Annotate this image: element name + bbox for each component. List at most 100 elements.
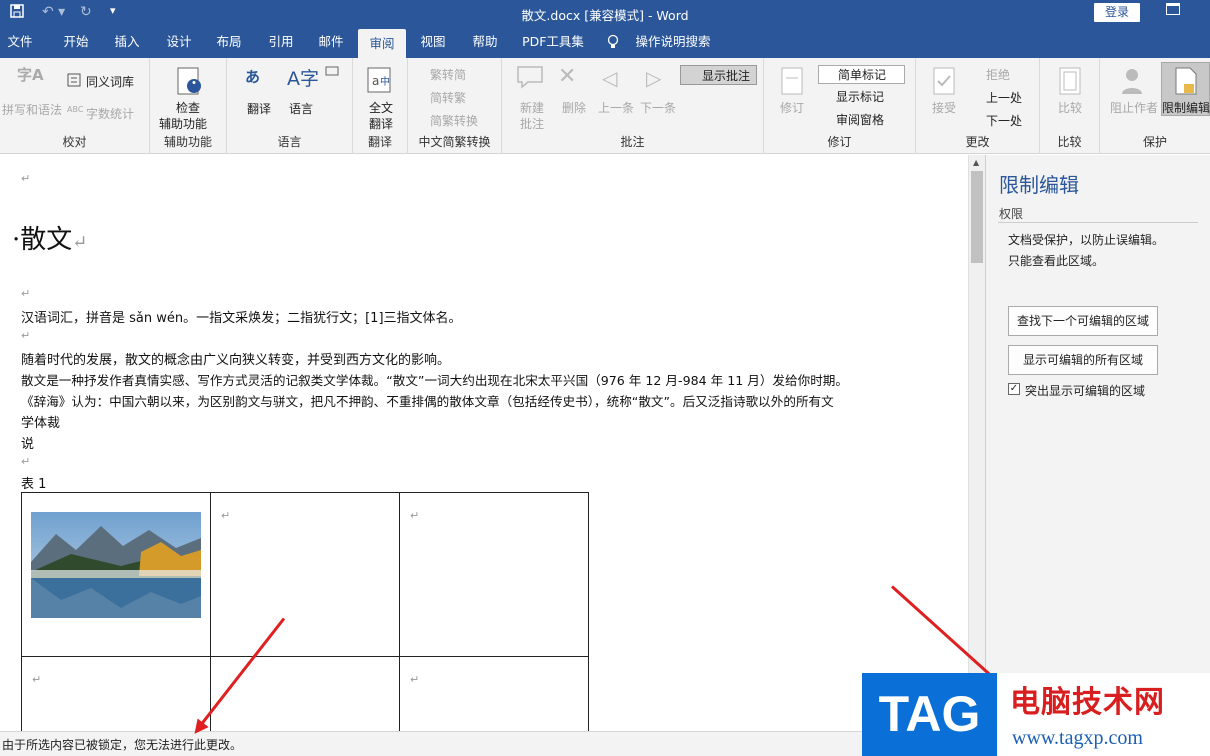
full-translate-label[interactable]: 全文 [369, 99, 393, 116]
keyboard-icon [325, 65, 339, 79]
accessibility-check-icon [176, 66, 204, 99]
check-label[interactable]: 检查 [176, 99, 200, 116]
paragraph-6[interactable]: 说 [21, 433, 34, 452]
delete-comment-button[interactable]: 删除 [562, 99, 586, 116]
wordcount-icon: ABC [67, 105, 84, 114]
title-bar: ↶ ▾ ↻ ▾ 散文.docx [兼容模式] - Word 登录 [0, 0, 1210, 26]
previous-comment-icon: ◁ [602, 66, 618, 90]
pane-message-1: 文档受保护，以防止误编辑。 [1008, 233, 1165, 247]
table-caption[interactable]: 表 1 [21, 473, 46, 492]
translate-icon: あ [245, 68, 261, 86]
scroll-up-icon[interactable]: ▲ [973, 158, 979, 167]
pane-section: 权限 [999, 207, 1024, 221]
accept-button[interactable]: 接受 [932, 99, 956, 116]
full-translate-icon: a中 [366, 66, 394, 97]
paragraph-1[interactable]: 汉语词汇，拼音是 sǎn wén。一指文采焕发；二指犹行文；[1]三指文体名。 [21, 307, 462, 326]
new-comment-button[interactable]: 批注 [520, 115, 544, 132]
cell-mark: ↵ [32, 673, 42, 686]
tab-insert[interactable]: 插入 [104, 26, 150, 58]
paragraph-2[interactable]: 随着时代的发展，散文的概念由广义向狭义转变，并受到西方文化的影响。 [21, 349, 450, 368]
tab-home[interactable]: 开始 [52, 26, 100, 58]
document-title[interactable]: ·散文↵ [12, 219, 87, 256]
spelling-icon: 字A [17, 66, 44, 84]
language-button[interactable]: 语言 [289, 100, 313, 117]
tab-help[interactable]: 帮助 [462, 26, 508, 58]
wordcount-button[interactable]: 字数统计 [86, 105, 134, 122]
reject-button[interactable]: 拒绝 [986, 66, 1010, 83]
svg-text:中: 中 [380, 75, 390, 88]
track-changes-button[interactable]: 修订 [780, 99, 804, 116]
paragraph-mark: ↵ [21, 287, 31, 300]
restrict-editing-icon [1174, 66, 1198, 99]
find-next-editable-button[interactable]: 查找下一个可编辑的区域 [1008, 306, 1158, 336]
translate-button[interactable]: 翻译 [247, 100, 271, 117]
landscape-image[interactable] [31, 512, 201, 618]
new-comment-icon [516, 64, 546, 93]
group-compare: 比较 比较 [1040, 58, 1100, 154]
table-cell[interactable]: ↵ [399, 492, 589, 657]
login-button[interactable]: 登录 [1094, 3, 1140, 22]
tab-review[interactable]: 审阅 [358, 29, 406, 58]
group-label: 中文简繁转换 [418, 135, 491, 149]
table-cell[interactable]: ↵ [210, 492, 400, 657]
table-cell[interactable] [210, 656, 400, 731]
tab-references[interactable]: 引用 [258, 26, 304, 58]
group-label: 辅助功能 [163, 135, 212, 149]
tab-layout[interactable]: 布局 [206, 26, 252, 58]
group-label: 翻译 [367, 135, 392, 149]
highlight-label: 突出显示可编辑的区域 [1025, 384, 1146, 398]
track-changes-icon [780, 66, 806, 99]
cell-mark: ↵ [410, 509, 420, 522]
previous-comment-button[interactable]: 上一条 [598, 99, 634, 116]
show-comments-label: 显示批注 [702, 69, 751, 83]
group-accessibility: 检查 辅助功能 辅助功能 [150, 58, 227, 154]
document-table[interactable]: ↵ ↵ ↵ ↵ [21, 492, 589, 731]
restrict-editing-button[interactable]: 限制编辑 [1162, 99, 1210, 116]
compare-button[interactable]: 比较 [1058, 99, 1082, 116]
vertical-scrollbar[interactable]: ▲ [968, 155, 985, 731]
block-authors-button[interactable]: 阻止作者 [1110, 99, 1158, 116]
group-proofing: 字A 拼写和语法 同义词库 ABC 字数统计 校对 [0, 58, 150, 154]
paragraph-5[interactable]: 学体裁 [21, 412, 60, 431]
table-cell[interactable]: ↵ [399, 656, 589, 731]
ribbon-tabs: 文件 开始 插入 设计 布局 引用 邮件 审阅 视图 帮助 PDF工具集 操作说… [0, 26, 1210, 58]
paragraph-mark: ↵ [72, 232, 88, 253]
new-comment-label[interactable]: 新建 [520, 99, 544, 116]
check-accessibility-button[interactable]: 辅助功能 [159, 115, 207, 132]
tab-view[interactable]: 视图 [410, 26, 456, 58]
paragraph-3[interactable]: 散文是一种抒发作者真情实感、写作方式灵活的记叙类文学体裁。“散文”一词大约出现在… [21, 370, 848, 389]
tab-file[interactable]: 文件 [0, 26, 40, 58]
paragraph-mark: ↵ [21, 329, 31, 342]
simp-to-trad-button[interactable]: 简转繁 [430, 89, 466, 106]
tell-me-search[interactable]: 操作说明搜索 [630, 26, 716, 58]
scroll-thumb[interactable] [971, 171, 983, 263]
block-authors-icon [1120, 66, 1146, 99]
ribbon-display-icon[interactable] [1166, 3, 1180, 15]
convert-button[interactable]: 简繁转换 [430, 112, 478, 129]
group-translate: a中 全文 翻译 翻译 [353, 58, 408, 154]
full-translate-button[interactable]: 翻译 [369, 115, 393, 132]
group-label: 校对 [62, 135, 87, 149]
table-cell[interactable]: ↵ [21, 656, 211, 731]
tab-pdf[interactable]: PDF工具集 [515, 26, 591, 58]
show-all-editable-button[interactable]: 显示可编辑的所有区域 [1008, 345, 1158, 375]
next-comment-button[interactable]: 下一条 [640, 99, 676, 116]
group-protect: 阻止作者 限制编辑 保护 [1100, 58, 1210, 154]
show-markup-button[interactable]: 显示标记 [836, 88, 884, 105]
group-chinese-conversion: 繁转简 简转繁 简繁转换 中文简繁转换 [408, 58, 502, 154]
highlight-checkbox[interactable]: ✓ [1008, 383, 1020, 395]
tab-design[interactable]: 设计 [156, 26, 202, 58]
previous-change-button[interactable]: 上一处 [986, 89, 1022, 106]
lightbulb-icon [603, 26, 623, 58]
spelling-button[interactable]: 拼写和语法 [2, 101, 62, 118]
document-canvas[interactable]: ↵ ·散文↵ ↵ 汉语词汇，拼音是 sǎn wén。一指文采焕发；二指犹行文；[… [0, 155, 968, 731]
table-cell[interactable] [21, 492, 211, 657]
next-change-button[interactable]: 下一处 [986, 112, 1022, 129]
language-icon: A字 [287, 68, 319, 90]
thesaurus-button[interactable]: 同义词库 [86, 73, 134, 90]
trad-to-simp-button[interactable]: 繁转简 [430, 66, 466, 83]
tab-mailings[interactable]: 邮件 [308, 26, 354, 58]
title-text: 散文 [20, 225, 73, 255]
reviewing-pane-button[interactable]: 审阅窗格 [836, 111, 884, 128]
paragraph-4[interactable]: 《辞海》认为：中国六朝以来，为区别韵文与骈文，把凡不押韵、不重排偶的散体文章（包… [21, 391, 834, 410]
